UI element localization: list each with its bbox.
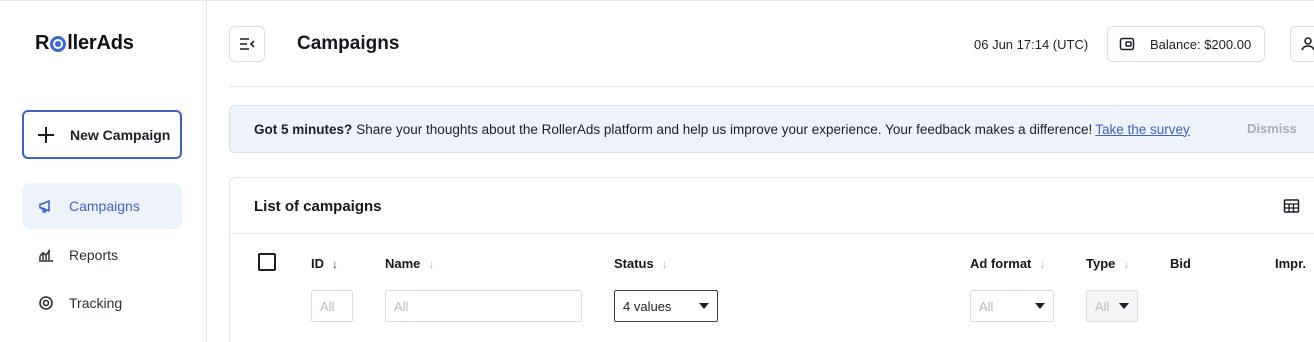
column-header-name[interactable]: Name ↓ <box>385 256 434 271</box>
balance-button[interactable]: Balance: $200.00 <box>1107 26 1265 62</box>
sidebar-item-label: Reports <box>69 247 119 263</box>
header-divider <box>229 86 1314 87</box>
megaphone-icon <box>38 198 54 214</box>
column-header-type[interactable]: Type ↓ <box>1086 256 1129 271</box>
select-all-checkbox[interactable] <box>258 253 276 271</box>
card-divider <box>230 233 1314 234</box>
logo-text-end: llerAds <box>67 31 134 54</box>
id-filter-input[interactable]: All <box>311 290 353 322</box>
sort-arrow-icon: ↓ <box>332 256 338 271</box>
name-filter-input[interactable]: All <box>385 290 582 322</box>
type-filter-value: All <box>1095 298 1110 314</box>
user-icon <box>1301 37 1314 51</box>
user-menu-button[interactable] <box>1290 26 1314 62</box>
column-label: Ad format <box>970 256 1032 271</box>
id-filter-placeholder: All <box>320 298 335 314</box>
target-icon <box>38 295 54 311</box>
logo-mark-icon <box>50 36 67 52</box>
sidebar-item-label: Campaigns <box>69 198 140 214</box>
sidebar-item-reports[interactable]: Reports <box>22 232 182 278</box>
sort-arrow-icon: ↓ <box>1123 256 1130 271</box>
column-header-id[interactable]: ID ↓ <box>311 256 338 271</box>
plus-icon <box>38 126 54 143</box>
sort-arrow-icon: ↓ <box>1039 256 1046 271</box>
column-label: Type <box>1086 256 1116 271</box>
status-filter-value: 4 values <box>623 298 672 314</box>
column-header-status[interactable]: Status ↓ <box>614 256 668 271</box>
column-header-impressions[interactable]: Impr. <box>1275 256 1306 271</box>
column-label: Status <box>614 256 654 271</box>
column-label: ID <box>311 256 324 271</box>
status-filter-select[interactable]: 4 values <box>614 290 718 322</box>
chevron-down-icon <box>699 303 709 309</box>
sort-arrow-icon: ↓ <box>428 256 435 271</box>
app-root: RllerAds New Campaign Campaigns Reports … <box>0 0 1314 342</box>
type-filter-select[interactable]: All <box>1086 290 1138 322</box>
current-datetime: 06 Jun 17:14 (UTC) <box>974 37 1089 52</box>
ad-format-filter-value: All <box>979 298 994 314</box>
campaigns-list-card: List of campaigns ID ↓ Name ↓ Status ↓ Ad f… <box>229 177 1314 342</box>
chevron-down-icon <box>1119 303 1129 309</box>
logo-text-start: R <box>35 31 50 54</box>
sidebar: RllerAds New Campaign Campaigns Reports … <box>0 1 207 342</box>
sidebar-item-tracking[interactable]: Tracking <box>22 280 182 326</box>
balance-label: Balance: $200.00 <box>1150 36 1252 52</box>
sidebar-item-campaigns[interactable]: Campaigns <box>22 183 182 229</box>
column-label: Impr. <box>1275 256 1307 271</box>
dismiss-button[interactable]: Dismiss <box>1247 121 1297 136</box>
column-label: Bid <box>1170 256 1191 271</box>
chevron-down-icon <box>1035 303 1045 309</box>
column-label: Name <box>385 256 421 271</box>
sidebar-item-label: Tracking <box>69 295 123 311</box>
page-title: Campaigns <box>297 33 400 54</box>
name-filter-placeholder: All <box>394 298 409 314</box>
new-campaign-button[interactable]: New Campaign <box>22 110 182 159</box>
column-header-ad-format[interactable]: Ad format ↓ <box>970 256 1045 271</box>
list-title: List of campaigns <box>254 198 382 215</box>
chart-icon <box>38 247 54 263</box>
sort-arrow-icon: ↓ <box>661 256 668 271</box>
wallet-icon <box>1119 37 1135 51</box>
banner-text: Share your thoughts about the RollerAds … <box>356 121 1093 137</box>
collapse-menu-icon <box>240 38 255 50</box>
banner-heading: Got 5 minutes? <box>254 121 353 137</box>
ad-format-filter-select[interactable]: All <box>970 290 1054 322</box>
column-header-bid[interactable]: Bid <box>1170 256 1191 271</box>
survey-banner: Got 5 minutes? Share your thoughts about… <box>229 105 1314 153</box>
collapse-menu-button[interactable] <box>229 26 265 62</box>
rollerads-logo[interactable]: RllerAds <box>35 32 134 54</box>
take-survey-link[interactable]: Take the survey <box>1095 122 1190 137</box>
table-settings-icon[interactable] <box>1283 198 1301 216</box>
new-campaign-label: New Campaign <box>70 126 171 143</box>
